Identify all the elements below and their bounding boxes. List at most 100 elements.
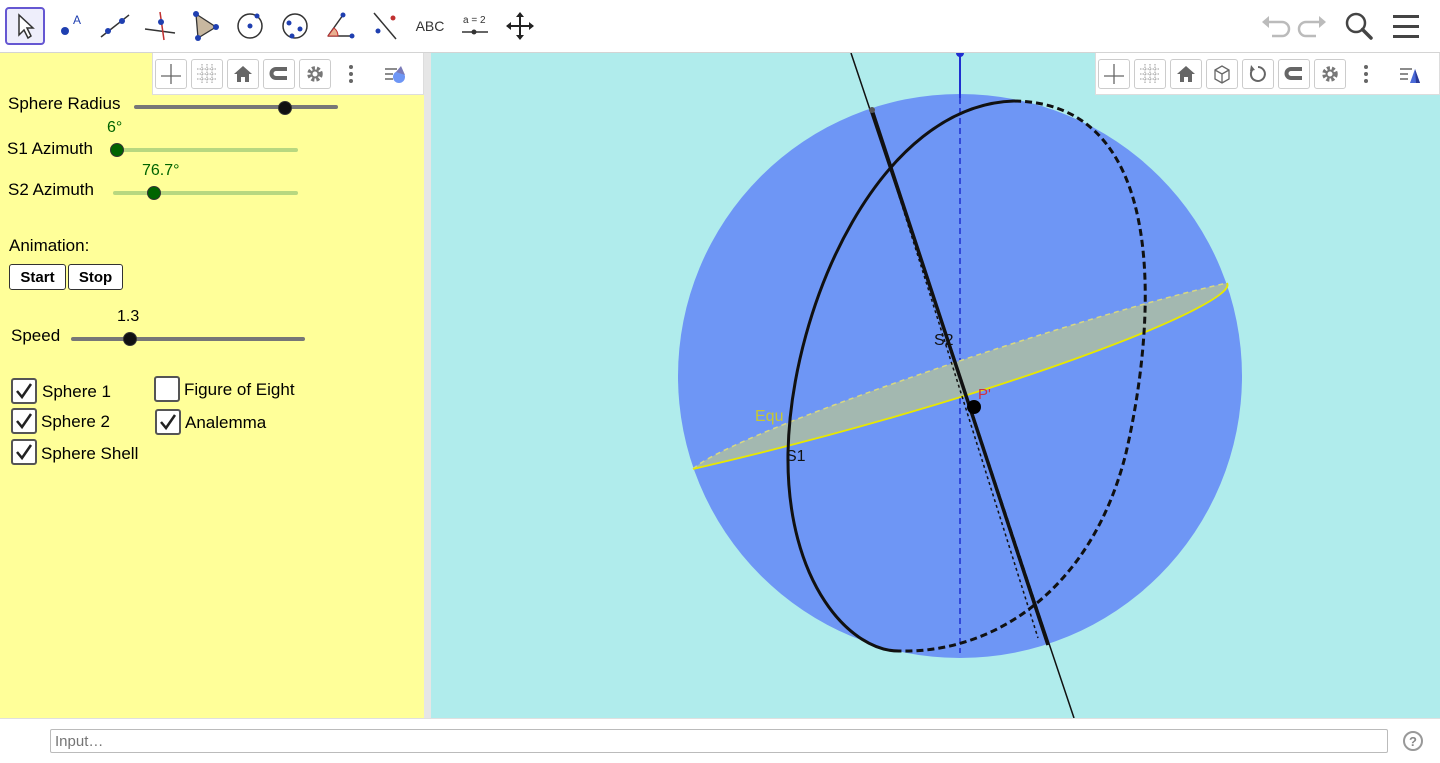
scene-canvas: S2 S1 Equ P' [678, 53, 1242, 718]
view-menu-button-3d[interactable] [1394, 58, 1426, 89]
snap-toggle-3d[interactable] [1278, 58, 1310, 89]
sphere2-label: Sphere 2 [41, 412, 110, 431]
s1-azimuth-value: 6° [107, 119, 123, 136]
axes-toggle[interactable] [155, 58, 187, 89]
gear-icon [307, 65, 323, 82]
s1-azimuth-track[interactable] [113, 148, 298, 152]
style-menu-icon [1400, 67, 1420, 83]
snap-toggle[interactable] [263, 58, 295, 89]
more-button-3d[interactable] [1350, 58, 1382, 89]
grid-toggle[interactable] [191, 58, 223, 89]
equator-label: Equ [755, 408, 783, 425]
move-arrows-icon [506, 12, 534, 40]
help-icon: ? [1409, 733, 1417, 749]
start-button[interactable]: Start [9, 264, 66, 290]
axis-pole-point[interactable] [869, 107, 875, 113]
panel-style-bar [152, 53, 424, 95]
axes-icon [161, 63, 181, 84]
slider-tool[interactable]: a = 2 [455, 7, 495, 45]
axes-toggle-3d[interactable] [1098, 58, 1130, 89]
search-icon [1345, 12, 1373, 40]
home-icon [234, 65, 252, 82]
redo-button[interactable] [1296, 10, 1330, 49]
s2-azimuth-track[interactable] [113, 191, 298, 195]
home-button[interactable] [227, 58, 259, 89]
checkmark-icon [16, 444, 33, 461]
text-tool[interactable]: ABC [410, 7, 450, 45]
redo-icon [1297, 16, 1326, 38]
figure-of-eight-checkbox[interactable] [154, 376, 180, 402]
line-tool[interactable] [95, 7, 135, 45]
command-input[interactable] [50, 729, 1388, 753]
box-toggle[interactable] [1206, 58, 1238, 89]
home-button-3d[interactable] [1170, 58, 1202, 89]
speed-label: Speed [11, 326, 61, 345]
gear-icon [1322, 65, 1338, 82]
polygon-tool[interactable] [185, 7, 225, 45]
animation-label: Animation: [9, 236, 90, 255]
point-tool[interactable]: A [50, 7, 90, 45]
hamburger-icon [1393, 15, 1419, 38]
rotate-icon [1249, 64, 1266, 82]
rotate-view-button[interactable] [1242, 58, 1274, 89]
grid-icon [197, 63, 217, 84]
panel-divider[interactable] [424, 53, 431, 718]
point-p-label: P' [978, 386, 991, 403]
sphere-shell-checkbox[interactable] [11, 439, 37, 465]
analemma-label: Analemma [185, 413, 267, 432]
undo-button[interactable] [1258, 10, 1292, 49]
sphere1-checkbox[interactable] [11, 378, 37, 404]
speed-value: 1.3 [117, 308, 140, 325]
circle-icon [237, 13, 263, 39]
perpendicular-line-tool[interactable] [140, 7, 180, 45]
sphere-radius-track[interactable] [134, 105, 338, 109]
s2-label: S2 [934, 332, 954, 349]
svg-text:a = 2: a = 2 [463, 15, 486, 26]
cursor-icon [18, 13, 35, 40]
sphere-radius-label: Sphere Radius [8, 94, 121, 113]
main-menu-button[interactable] [1390, 10, 1424, 49]
graphics-3d-view[interactable]: S2 S1 Equ P' [431, 53, 1440, 718]
axis-top-point[interactable] [956, 53, 964, 57]
s1-azimuth-slider[interactable] [109, 143, 124, 157]
svg-text:A: A [73, 13, 81, 27]
style-menu-icon [385, 65, 405, 83]
checkmark-icon [160, 414, 177, 431]
move-tool[interactable] [5, 7, 45, 45]
text-tool-label: ABC [415, 18, 445, 34]
s1-azimuth-label: S1 Azimuth [7, 139, 93, 158]
s2-azimuth-slider[interactable] [146, 186, 161, 200]
ellipse-icon [282, 13, 308, 39]
speed-slider[interactable] [122, 332, 137, 346]
axes-icon [1104, 63, 1124, 84]
speed-track[interactable] [71, 337, 305, 341]
circle-tool[interactable] [230, 7, 270, 45]
perpendicular-icon [144, 11, 176, 41]
s2-azimuth-label: S2 Azimuth [8, 180, 94, 199]
ellipse-tool[interactable] [275, 7, 315, 45]
figure-of-eight-label: Figure of Eight [184, 380, 295, 399]
search-button[interactable] [1342, 10, 1376, 49]
more-button[interactable] [335, 58, 367, 89]
settings-button[interactable] [299, 58, 331, 89]
grid-toggle-3d[interactable] [1134, 58, 1166, 89]
sphere2-checkbox[interactable] [11, 408, 37, 434]
stop-button[interactable]: Stop [68, 264, 123, 290]
sphere-shell-label: Sphere Shell [41, 444, 139, 463]
reflect-icon [373, 12, 397, 40]
move-graphics-view-tool[interactable] [500, 7, 540, 45]
checkmark-icon [16, 383, 33, 400]
sphere-radius-slider[interactable] [277, 101, 292, 115]
reflect-tool[interactable] [365, 7, 405, 45]
point-icon: A [61, 13, 81, 35]
angle-tool[interactable] [320, 7, 360, 45]
magnet-icon [269, 66, 287, 80]
s2-azimuth-value: 76.7° [142, 162, 180, 179]
graphics-style-bar [1095, 53, 1440, 95]
input-bar: ? [0, 718, 1440, 763]
settings-button-3d[interactable] [1314, 58, 1346, 89]
help-button[interactable]: ? [1403, 731, 1423, 751]
grid-icon [1140, 63, 1160, 84]
view-menu-button[interactable] [379, 58, 411, 89]
analemma-checkbox[interactable] [155, 409, 181, 435]
